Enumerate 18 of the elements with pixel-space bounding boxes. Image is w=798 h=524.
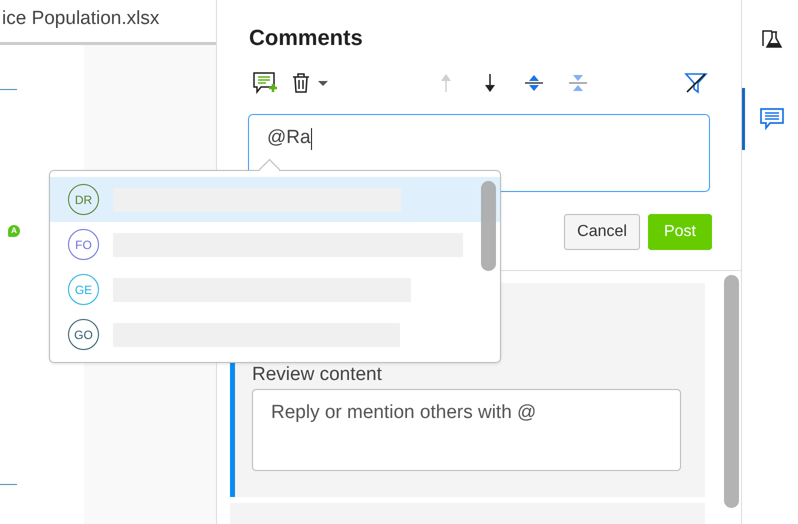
mention-item[interactable]: DR: [50, 177, 500, 222]
delete-icon[interactable]: [290, 72, 330, 94]
scrollbar-thumb[interactable]: [724, 275, 739, 508]
mention-item[interactable]: FO: [50, 222, 500, 267]
mention-item[interactable]: GO: [50, 312, 500, 357]
avatar: GO: [68, 319, 99, 350]
scrollbar-thumb[interactable]: [481, 181, 496, 271]
comment-text: Review content: [252, 363, 383, 387]
reply-field[interactable]: Reply or mention others with @: [252, 389, 681, 471]
filter-icon[interactable]: [684, 71, 708, 95]
avatar: DR: [68, 184, 99, 215]
avatar: FO: [68, 229, 99, 260]
badge: A: [8, 225, 20, 237]
avatar: GE: [68, 274, 99, 305]
down-arrow-icon[interactable]: [484, 72, 496, 94]
panel-title: Comments: [249, 24, 364, 52]
cancel-button[interactable]: Cancel: [564, 214, 640, 250]
add-comment-icon[interactable]: [252, 71, 278, 95]
